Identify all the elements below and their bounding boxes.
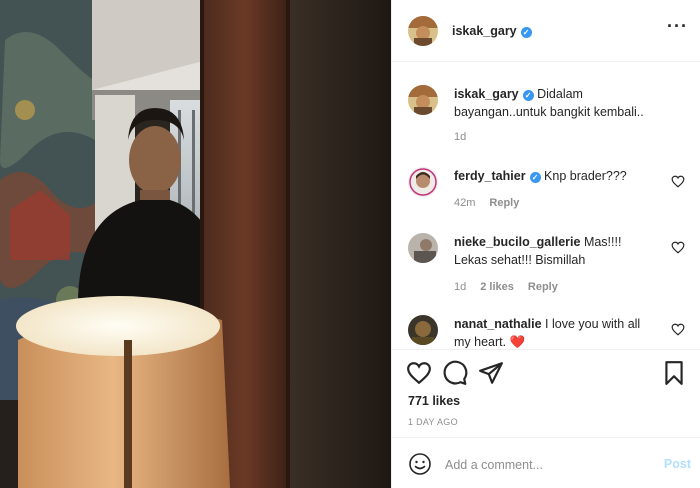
caption-body: iskak_gary ✓ Didalam bayangan..untuk bang… [454,85,654,121]
comments-list[interactable]: iskak_gary ✓ Didalam bayangan..untuk bang… [392,63,700,348]
reply-link[interactable]: Reply [528,281,558,293]
post-side-panel: iskak_gary ✓ ··· iskak_gary ✓ Didalam baya [391,0,700,488]
header-username-text[interactable]: iskak_gary [452,24,517,38]
post-header: iskak_gary ✓ ··· [392,0,700,62]
comment-meta: 1d 2 likes Reply [454,281,572,293]
instagram-post: iskak_gary ✓ ··· iskak_gary ✓ Didalam baya [0,0,700,488]
more-options-icon[interactable]: ··· [667,17,687,36]
verified-icon: ✓ [529,172,541,183]
avatar[interactable] [408,167,438,197]
avatar-image [408,15,438,46]
heart-emoji: ❤️ [509,335,526,348]
avatar-image [408,315,438,345]
post-actions: 771 likes 1 DAY AGO [392,349,700,436]
likes-link[interactable]: 2 likes [480,281,514,293]
comment-time[interactable]: 42m [454,197,475,209]
avatar-image [408,233,438,263]
avatar-image [408,85,438,115]
caption-username[interactable]: iskak_gary [454,87,519,101]
post-photo[interactable] [0,0,391,488]
avatar[interactable] [408,15,438,46]
avatar[interactable] [408,85,438,115]
comment-username[interactable]: nieke_bucilo_gallerie [454,235,580,249]
comment-username[interactable]: ferdy_tahier [454,169,526,183]
comment-body: nanat_nathalie I love you with all my he… [454,315,654,348]
comment-time[interactable]: 1d [454,281,466,293]
comment-body: nieke_bucilo_gallerie Mas!!!! Lekas seha… [454,233,654,269]
like-comment-heart-icon[interactable] [671,175,685,188]
avatar[interactable] [408,233,438,263]
verified-icon: ✓ [522,90,534,101]
like-heart-icon[interactable] [406,360,432,386]
comment-body: ferdy_tahier ✓ Knp brader??? [454,167,654,185]
avatar[interactable] [408,315,438,345]
comment-input[interactable] [445,454,645,476]
post-comment-button[interactable]: Post [664,457,691,471]
like-comment-heart-icon[interactable] [671,241,685,254]
header-username[interactable]: iskak_gary ✓ [452,24,532,38]
reply-link[interactable]: Reply [489,197,519,209]
like-comment-heart-icon[interactable] [671,323,685,336]
bookmark-icon[interactable] [661,360,687,386]
caption-meta: 1d [454,131,480,143]
comment-username[interactable]: nanat_nathalie [454,317,542,331]
photo-scene [0,0,391,488]
share-paper-plane-icon[interactable] [478,360,504,386]
comment-bubble-icon[interactable] [442,360,468,386]
emoji-icon[interactable] [408,452,432,476]
caption-time[interactable]: 1d [454,131,466,143]
add-comment-bar: Post [392,437,700,488]
post-date[interactable]: 1 DAY AGO [408,417,458,427]
verified-icon: ✓ [520,26,532,38]
avatar-image [408,167,438,197]
comment-text: Knp brader??? [544,169,627,183]
likes-count[interactable]: 771 likes [408,394,460,408]
comment-meta: 42m Reply [454,197,533,209]
